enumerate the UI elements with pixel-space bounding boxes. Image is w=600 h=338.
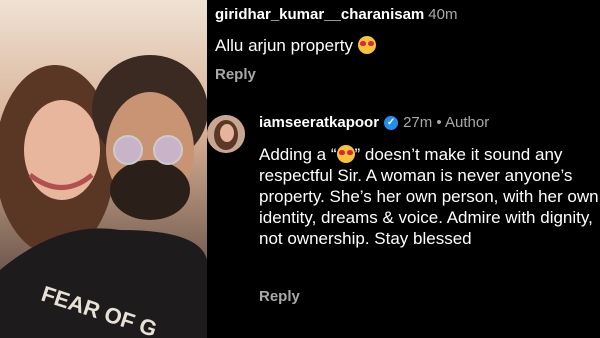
- comment1-reply-button[interactable]: Reply: [215, 66, 256, 83]
- comment1-text: Allu arjun property: [215, 36, 376, 56]
- comments-panel: giridhar_kumar__charanisam 40m Allu arjun…: [207, 0, 600, 338]
- selfie-photo: FEAR OF G: [0, 0, 207, 338]
- comment2-meta: 27m • Author: [403, 114, 490, 131]
- comment2-header: iamseeratkapoor ✓ 27m • Author: [259, 114, 489, 131]
- verified-badge-icon: ✓: [384, 115, 399, 130]
- photo-illustration: FEAR OF G: [0, 0, 207, 338]
- comment2-text-pre: Adding a “: [259, 145, 337, 164]
- heart-eyes-emoji-icon: [357, 36, 376, 54]
- comment2-username[interactable]: iamseeratkapoor: [259, 114, 379, 131]
- heart-eyes-emoji-icon: [336, 145, 355, 163]
- comment1-time: 40m: [428, 6, 458, 23]
- comment1-body: Allu arjun property: [215, 36, 353, 55]
- comment2-text: Adding a “” doesn’t make it sound any re…: [259, 144, 600, 249]
- comment1-username[interactable]: giridhar_kumar__charanisam: [215, 6, 424, 23]
- comment2-reply-button[interactable]: Reply: [259, 288, 300, 305]
- comment1-header: giridhar_kumar__charanisam 40m: [215, 6, 457, 23]
- avatar[interactable]: [207, 115, 245, 153]
